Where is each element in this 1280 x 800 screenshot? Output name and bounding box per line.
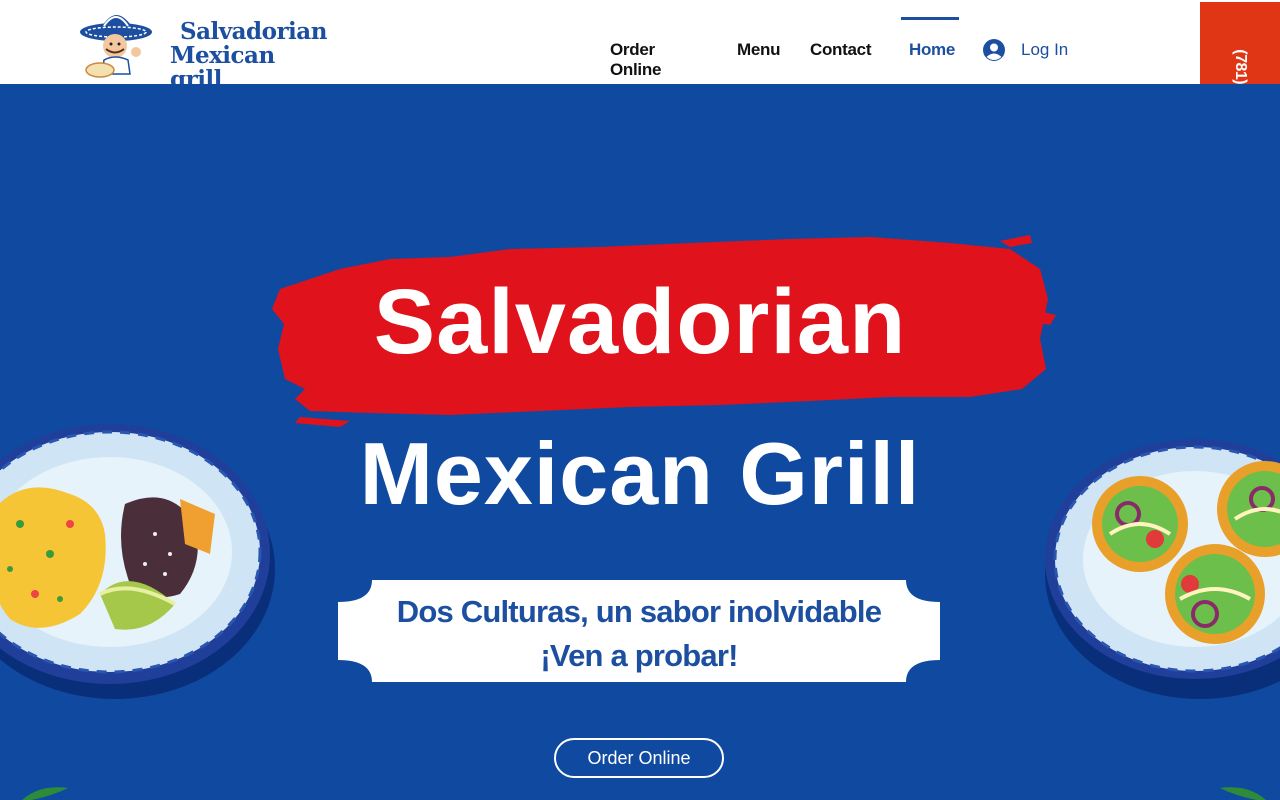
food-plate-left-image — [0, 424, 275, 699]
nav-active-indicator — [901, 17, 959, 20]
user-avatar-icon — [983, 39, 1005, 61]
tagline: Dos Culturas, un sabor inolvidable ¡Ven … — [338, 590, 940, 678]
hero-section: Salvadorian Mexican Grill Dos Culturas, … — [0, 84, 1280, 800]
nav-item-home[interactable]: Home — [909, 40, 955, 60]
leaf-decoration-right-icon — [1220, 787, 1266, 800]
food-plate-right-image — [1045, 439, 1280, 699]
hero-title-line2: Mexican Grill — [359, 424, 921, 523]
login-label: Log In — [1021, 40, 1069, 59]
tagline-line1: Dos Culturas, un sabor inolvidable — [396, 594, 882, 629]
site-logo[interactable]: Salvadorian Mexican grill — [78, 4, 327, 92]
nav-item-menu[interactable]: Menu — [737, 40, 780, 60]
order-online-button[interactable]: Order Online — [554, 738, 724, 778]
site-header: Salvadorian Mexican grill Order Online M… — [0, 0, 1280, 92]
logo-text: Salvadorian Mexican grill — [170, 20, 327, 92]
sombrero-mascot-icon — [80, 15, 152, 78]
nav-item-contact[interactable]: Contact — [810, 40, 871, 60]
logo-text-line1: Salvadorian — [180, 18, 327, 45]
leaf-decoration-left-icon — [22, 787, 68, 800]
nav-item-order-online[interactable]: Order Online — [610, 40, 661, 80]
hero-title-line1: Salvadorian — [373, 271, 907, 373]
tagline-line2: ¡Ven a probar! — [540, 638, 738, 673]
